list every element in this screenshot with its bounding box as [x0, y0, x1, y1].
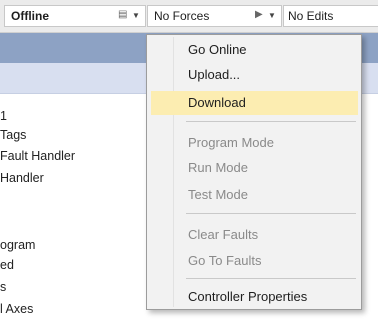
tree-item[interactable]: ogram: [0, 238, 35, 252]
forces-label: No Forces: [154, 9, 210, 23]
tree-item[interactable]: Handler: [0, 171, 44, 185]
tree-item[interactable]: s: [0, 280, 6, 294]
edits-dropdown[interactable]: No Edits: [283, 5, 378, 27]
tree-item[interactable]: Fault Handler: [0, 149, 75, 163]
controller-status-bar: Offline ▤ ▼ No Forces ▶ ▼ No Edits: [0, 0, 378, 33]
menu-separator: [186, 278, 356, 279]
controller-mode-menu: Go Online Upload... Download Program Mod…: [146, 34, 362, 310]
menu-separator: [186, 213, 356, 214]
menu-item-controller-properties[interactable]: Controller Properties: [151, 285, 358, 309]
chevron-down-icon: ▼: [132, 11, 140, 20]
edits-label: No Edits: [288, 9, 334, 23]
tree-item[interactable]: ed: [0, 258, 14, 272]
menu-item-program-mode[interactable]: Program Mode: [151, 131, 358, 155]
chevron-down-icon: ▼: [268, 11, 276, 20]
tree-item[interactable]: 1: [0, 109, 7, 123]
controller-mode-icon: ▤: [118, 9, 128, 20]
tree-item[interactable]: Tags: [0, 128, 26, 142]
controller-mode-label: Offline: [11, 9, 49, 23]
menu-item-clear-faults[interactable]: Clear Faults: [151, 223, 358, 247]
forces-dropdown[interactable]: No Forces ▶ ▼: [147, 5, 282, 27]
menu-item-test-mode[interactable]: Test Mode: [151, 183, 358, 207]
menu-item-go-to-faults[interactable]: Go To Faults: [151, 249, 358, 273]
controller-mode-dropdown[interactable]: Offline ▤ ▼: [4, 5, 146, 27]
forces-status-icon: ▶: [255, 9, 263, 20]
menu-item-upload[interactable]: Upload...: [151, 63, 358, 87]
menu-item-go-online[interactable]: Go Online: [151, 38, 358, 62]
menu-separator: [186, 121, 356, 122]
tree-item[interactable]: l Axes: [0, 302, 33, 316]
menu-item-download[interactable]: Download: [151, 91, 358, 115]
menu-item-run-mode[interactable]: Run Mode: [151, 156, 358, 180]
